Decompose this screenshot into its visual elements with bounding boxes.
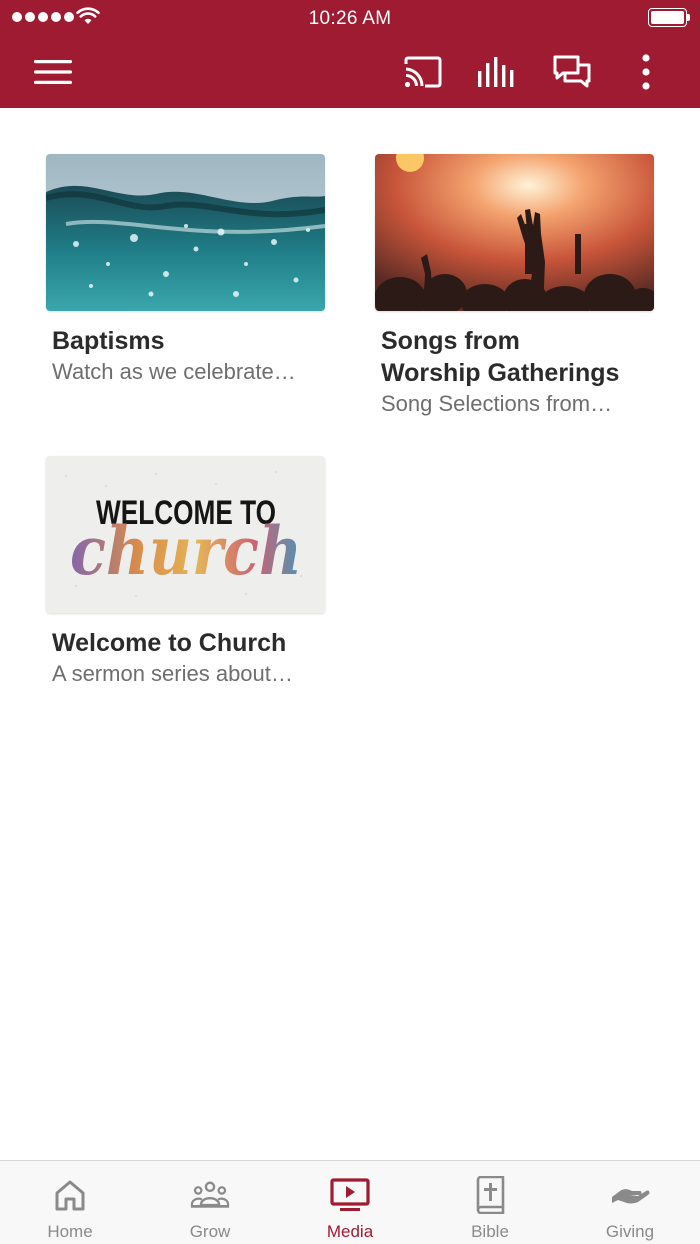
welcome-to-church-artwork: WELCOME TO church bbox=[46, 456, 325, 613]
cast-icon bbox=[404, 56, 442, 88]
app-header: 10:26 AM bbox=[0, 0, 700, 108]
tab-bible[interactable]: Bible bbox=[420, 1161, 560, 1244]
series-title-line: Worship Gatherings bbox=[381, 359, 620, 387]
series-subtitle: Song Selections from… bbox=[381, 391, 613, 416]
tab-grow[interactable]: Grow bbox=[140, 1161, 280, 1244]
tab-media[interactable]: Media bbox=[280, 1161, 420, 1244]
tab-label: Bible bbox=[471, 1222, 509, 1241]
tab-label: Media bbox=[326, 1222, 374, 1241]
series-title: Welcome to Church bbox=[52, 629, 287, 657]
status-bar: 10:26 AM bbox=[0, 0, 700, 36]
tab-label: Giving bbox=[605, 1222, 655, 1241]
audio-bars-icon bbox=[478, 57, 514, 87]
status-time: 10:26 AM bbox=[308, 8, 392, 29]
people-group-icon bbox=[190, 1181, 230, 1208]
series-subtitle: Watch as we celebrate… bbox=[52, 359, 296, 384]
artwork-line-2: church bbox=[70, 512, 302, 590]
menu-button[interactable] bbox=[29, 48, 77, 96]
more-options-button[interactable] bbox=[622, 48, 670, 96]
cast-button[interactable] bbox=[399, 48, 447, 96]
tab-giving[interactable]: Giving bbox=[560, 1161, 700, 1244]
bible-icon bbox=[476, 1176, 505, 1214]
chat-button[interactable] bbox=[548, 48, 596, 96]
series-title: Baptisms bbox=[52, 327, 165, 355]
tab-label: Grow bbox=[189, 1222, 231, 1241]
more-vertical-icon bbox=[642, 54, 650, 90]
bottom-tab-bar: Home Grow Media Bible Giving bbox=[0, 1160, 700, 1244]
series-card-songs-from-worship-gatherings[interactable]: Songs from Worship Gatherings Song Selec… bbox=[375, 154, 654, 419]
series-subtitle: A sermon series about… bbox=[52, 661, 293, 686]
media-series-grid: Baptisms Watch as we celebrate… Songs fr… bbox=[0, 108, 700, 1160]
menu-icon bbox=[34, 60, 72, 84]
series-card-welcome-to-church[interactable]: WELCOME TO church Welcome to Church A se… bbox=[46, 456, 325, 689]
chat-bubbles-icon bbox=[553, 55, 591, 88]
tab-home[interactable]: Home bbox=[0, 1161, 140, 1244]
battery-icon bbox=[648, 8, 690, 27]
series-title-line: Songs from bbox=[381, 327, 520, 355]
series-card-baptisms[interactable]: Baptisms Watch as we celebrate… bbox=[46, 154, 325, 387]
concert-crowd-image bbox=[375, 154, 654, 311]
giving-hand-icon bbox=[612, 1189, 650, 1204]
ocean-water-image bbox=[46, 154, 325, 311]
tab-label: Home bbox=[47, 1222, 93, 1241]
tv-play-icon bbox=[330, 1178, 370, 1211]
series-title: Songs from Worship Gatherings bbox=[381, 325, 648, 389]
home-icon bbox=[55, 1180, 85, 1211]
audio-button[interactable] bbox=[473, 48, 521, 96]
